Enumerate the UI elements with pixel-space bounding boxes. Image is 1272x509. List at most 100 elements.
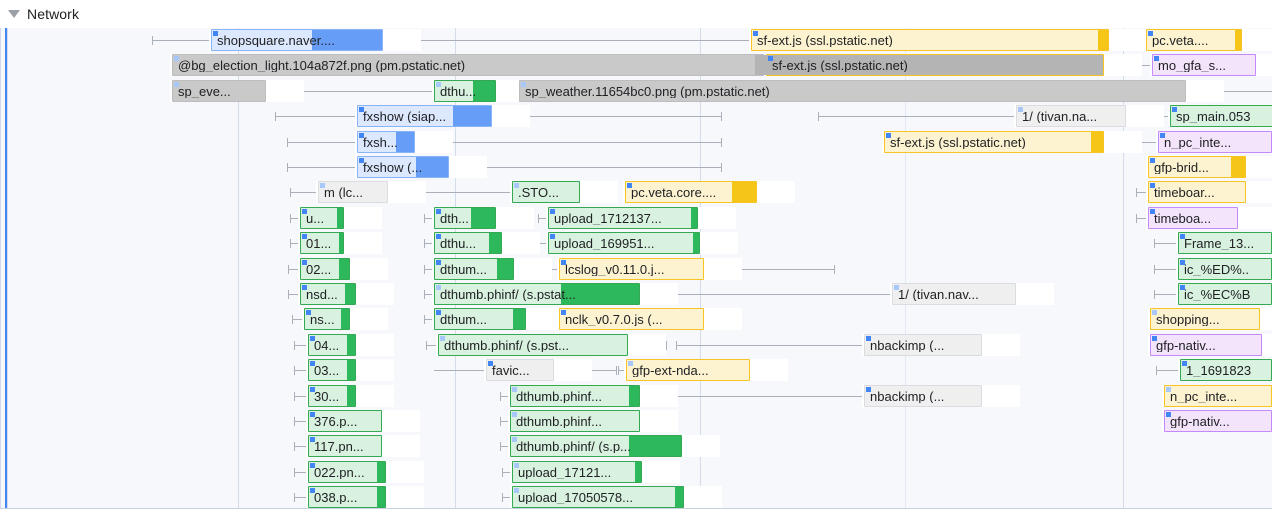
waterfall-request-bar[interactable]: dthumb.phinf... (510, 410, 640, 432)
connector-cap (290, 214, 291, 223)
waterfall-request-bar[interactable]: upload_17121... (512, 461, 642, 483)
waterfall-request-bar[interactable]: mo_gfa_s... (1152, 54, 1256, 76)
waterfall-request-bar[interactable]: dthu... (434, 80, 496, 102)
waterfall-request-bar[interactable]: n_pc_inte... (1164, 385, 1272, 407)
initiator-marker-icon (1172, 107, 1177, 112)
waterfall-request-bar[interactable]: 022.pn... (308, 461, 386, 483)
download-segment (732, 182, 756, 202)
waterfall-request-bar[interactable]: upload_169951... (548, 232, 700, 254)
waterfall-request-bar[interactable]: dthumb.phinf/ (s.pst... (438, 334, 628, 356)
waterfall-request-bar[interactable]: dth... (434, 207, 496, 229)
initiator-connector (676, 294, 892, 295)
waterfall-request-bar[interactable]: shopping... (1150, 308, 1260, 330)
waterfall-request-bar[interactable]: sf-ext.js (ssl.pstatic.net) (751, 29, 1109, 51)
connector-cap (500, 442, 501, 451)
waterfall-request-bar[interactable]: dthu... (434, 232, 502, 254)
request-name-label: upload_1712137... (554, 212, 662, 225)
request-name-label: gfp-brid... (1154, 161, 1209, 174)
waterfall-request-bar[interactable]: dthumb.phinf/ (s.pstat... (434, 283, 640, 305)
waterfall-request-bar[interactable]: pc.veta.... (1146, 29, 1242, 51)
waterfall-request-bar[interactable]: 03... (308, 359, 356, 381)
download-segment (513, 309, 525, 329)
waterfall-request-bar[interactable]: gfp-brid... (1148, 156, 1246, 178)
waterfall-request-bar[interactable]: 30... (308, 385, 356, 407)
connector-cap (424, 290, 425, 299)
waterfall-request-bar[interactable]: ns... (304, 308, 350, 330)
waterfall-request-bar[interactable]: fxshow (siap... (357, 105, 492, 127)
waterfall-request-bar[interactable]: fxsh... (357, 131, 415, 153)
request-name-label: 376.p... (314, 415, 357, 428)
waterfall-request-bar[interactable]: 04... (308, 334, 356, 356)
waterfall-request-bar[interactable]: m (lc... (318, 181, 388, 203)
request-name-label: dthumb.phinf... (516, 390, 602, 403)
waterfall-request-bar[interactable]: nsd... (300, 283, 356, 305)
waterfall-request-bar[interactable]: sp_main.053 (1170, 105, 1272, 127)
waterfall-request-bar[interactable]: sf-ext.js (ssl.pstatic.net) (884, 131, 1104, 153)
request-name-label: .STO... (518, 186, 559, 199)
waterfall-request-bar[interactable]: 038.p... (308, 486, 386, 508)
download-segment (691, 208, 697, 228)
connector-cap (292, 315, 293, 324)
download-segment (635, 462, 641, 482)
waterfall-request-bar[interactable]: @bg_election_light.104a872f.png (pm.psta… (172, 54, 1104, 76)
initiator-marker-icon (1180, 285, 1185, 290)
waterfall-request-bar[interactable]: upload_1712137... (548, 207, 698, 229)
waterfall-request-bar[interactable]: shopsquare.naver.... (211, 29, 383, 51)
initiator-marker-icon (310, 488, 315, 493)
download-segment (497, 259, 513, 279)
waterfall-request-bar[interactable]: sp_weather.11654bc0.png (pm.pstatic.net) (519, 80, 1186, 102)
waterfall-track[interactable]: shopsquare.naver.... @bg_election_light.1… (0, 28, 1272, 509)
download-segment (339, 259, 349, 279)
request-name-label: gfp-nativ... (1156, 339, 1216, 352)
waterfall-request-bar[interactable]: timeboar... (1148, 181, 1246, 203)
waterfall-request-bar[interactable]: dthum... (434, 308, 526, 330)
waterfall-request-bar[interactable]: 01... (300, 232, 344, 254)
triangle-down-icon[interactable] (8, 10, 20, 18)
waterfall-request-bar[interactable]: pc.veta.core.... (625, 181, 757, 203)
waterfall-request-bar[interactable]: 02... (300, 258, 350, 280)
waterfall-request-bar[interactable]: gfp-ext-nda... (626, 359, 750, 381)
waterfall-request-bar[interactable]: n_pc_inte... (1158, 131, 1272, 153)
waterfall-request-bar[interactable]: timeboa... (1148, 207, 1238, 229)
waterfall-request-bar[interactable]: upload_17050578... (512, 486, 684, 508)
waterfall-request-bar[interactable]: ic_%EC%B (1178, 283, 1272, 305)
waterfall-request-bar[interactable]: dthumb.phinf/ (s.p... (510, 435, 682, 457)
waterfall-request-bar[interactable]: 117.pn... (308, 435, 382, 457)
waterfall-request-bar[interactable]: nclk_v0.7.0.js (... (559, 308, 704, 330)
initiator-marker-icon (1150, 158, 1155, 163)
initiator-connector (449, 167, 721, 168)
connector-cap (1154, 290, 1155, 299)
waterfall-request-bar[interactable]: 376.p... (308, 410, 382, 432)
initiator-marker-icon (1166, 412, 1171, 417)
waterfall-request-bar[interactable]: gfp-nativ... (1150, 334, 1262, 356)
waterfall-request-bar[interactable]: 1_1691823 (1180, 359, 1272, 381)
waterfall-request-bar[interactable]: u... (300, 207, 344, 229)
waterfall-request-bar[interactable]: dthum... (434, 258, 514, 280)
waterfall-request-bar[interactable]: lcslog_v0.11.0.j... (559, 258, 704, 280)
initiator-marker-icon (1148, 31, 1153, 36)
initiator-marker-icon (359, 133, 364, 138)
waterfall-request-bar[interactable]: 1/ (tivan.na... (1016, 105, 1126, 127)
waterfall-request-bar[interactable]: ic_%ED%.. (1178, 258, 1272, 280)
initiator-marker-icon (1166, 387, 1171, 392)
request-name-label: pc.veta.core.... (631, 186, 716, 199)
waterfall-request-bar[interactable]: .STO... (512, 181, 580, 203)
initiator-marker-icon (310, 387, 315, 392)
waterfall-request-bar[interactable]: fxshow (... (357, 156, 449, 178)
connector-cap (288, 265, 289, 274)
waterfall-request-bar[interactable]: nbackimp (... (864, 334, 982, 356)
waterfall-request-bar[interactable]: dthumb.phinf... (510, 385, 640, 407)
download-segment (1091, 132, 1103, 152)
request-name-label: 02... (306, 263, 331, 276)
request-name-label: n_pc_inte... (1164, 136, 1231, 149)
waterfall-request-bar[interactable]: nbackimp (... (864, 385, 982, 407)
waterfall-request-bar[interactable]: sp_eve... (172, 80, 266, 102)
request-name-label: upload_17050578... (518, 491, 633, 504)
waterfall-request-bar[interactable]: gfp-nativ... (1164, 410, 1272, 432)
initiator-marker-icon (512, 412, 517, 417)
initiator-marker-icon (359, 107, 364, 112)
waterfall-request-bar[interactable]: 1/ (tivan.nav... (892, 283, 1016, 305)
waterfall-request-bar[interactable]: favic... (486, 359, 554, 381)
request-name-label: favic... (492, 364, 530, 377)
waterfall-request-bar[interactable]: Frame_13... (1178, 232, 1272, 254)
